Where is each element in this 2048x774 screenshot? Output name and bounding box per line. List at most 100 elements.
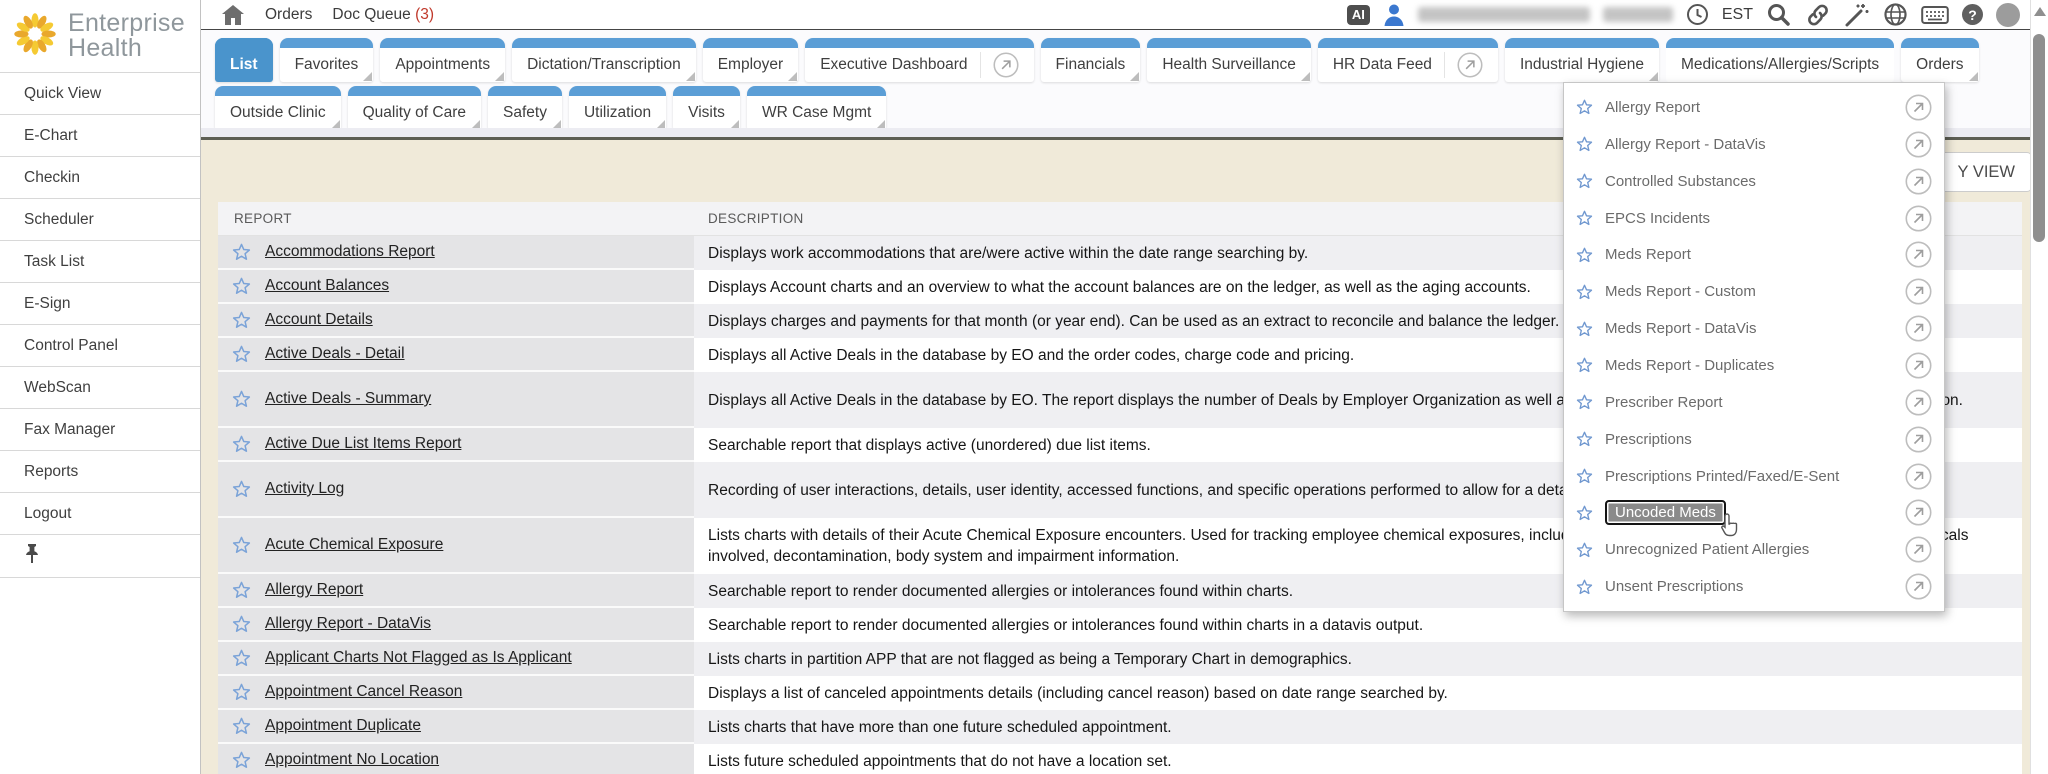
report-link[interactable]: Activity Log: [265, 480, 344, 498]
star-icon[interactable]: [232, 683, 251, 701]
report-link[interactable]: Allergy Report - DataVis: [265, 615, 431, 633]
menu-item[interactable]: Meds Report: [1564, 236, 1944, 273]
star-icon[interactable]: [1576, 136, 1593, 152]
star-icon[interactable]: [232, 390, 251, 408]
star-icon[interactable]: [232, 345, 251, 363]
wand-icon[interactable]: [1844, 2, 1870, 28]
scroll-up-arrow-icon[interactable]: [2034, 7, 2046, 16]
tab[interactable]: WR Case Mgmt: [747, 86, 886, 130]
menu-item[interactable]: Meds Report - DataVis: [1564, 310, 1944, 347]
report-link[interactable]: Appointment Duplicate: [265, 717, 421, 735]
sidebar-item[interactable]: Task List: [0, 241, 200, 283]
star-icon[interactable]: [232, 717, 251, 735]
star-icon[interactable]: [1576, 579, 1593, 595]
report-link[interactable]: Allergy Report: [265, 581, 363, 599]
star-icon[interactable]: [1576, 247, 1593, 263]
star-icon[interactable]: [232, 311, 251, 329]
star-icon[interactable]: [232, 536, 251, 554]
report-link[interactable]: Active Deals - Summary: [265, 390, 431, 408]
sidebar-pin-button[interactable]: [0, 535, 200, 578]
star-icon[interactable]: [232, 581, 251, 599]
star-icon[interactable]: [232, 243, 251, 261]
sidebar-item[interactable]: Control Panel: [0, 325, 200, 367]
popout-arrow-icon[interactable]: [1905, 389, 1932, 416]
tab[interactable]: List: [215, 38, 273, 82]
home-icon[interactable]: [221, 4, 245, 26]
star-icon[interactable]: [232, 277, 251, 295]
scrollbar-thumb[interactable]: [2033, 34, 2045, 242]
menu-item[interactable]: Meds Report - Custom: [1564, 273, 1944, 310]
user-icon[interactable]: [1383, 3, 1405, 27]
star-icon[interactable]: [1576, 284, 1593, 300]
star-icon[interactable]: [1576, 321, 1593, 337]
report-link[interactable]: Appointment No Location: [265, 751, 439, 769]
tab[interactable]: Employer: [703, 38, 798, 82]
menu-item[interactable]: Prescriptions: [1564, 421, 1944, 458]
sidebar-item[interactable]: E-Chart: [0, 115, 200, 157]
menu-item[interactable]: Uncoded Meds: [1564, 494, 1944, 531]
menu-item[interactable]: Controlled Substances: [1564, 163, 1944, 200]
sidebar-item[interactable]: Fax Manager: [0, 409, 200, 451]
star-icon[interactable]: [232, 615, 251, 633]
sidebar-item[interactable]: Checkin: [0, 157, 200, 199]
avatar[interactable]: [1996, 3, 2020, 27]
link-icon[interactable]: [1805, 2, 1831, 28]
tab[interactable]: Quality of Care: [348, 86, 481, 130]
doc-queue-link[interactable]: Doc Queue (3): [332, 6, 434, 24]
report-link[interactable]: Active Due List Items Report: [265, 435, 461, 453]
star-icon[interactable]: [1576, 357, 1593, 373]
clock-icon[interactable]: [1686, 3, 1709, 26]
tab[interactable]: Industrial Hygiene: [1505, 38, 1659, 82]
sidebar-item[interactable]: WebScan: [0, 367, 200, 409]
tab[interactable]: Outside Clinic: [215, 86, 341, 130]
report-column-header[interactable]: REPORT: [218, 211, 694, 226]
report-link[interactable]: Account Balances: [265, 277, 389, 295]
tab[interactable]: Medications/Allergies/Scripts: [1666, 38, 1894, 82]
sidebar-item[interactable]: E-Sign: [0, 283, 200, 325]
sidebar-item[interactable]: Reports: [0, 451, 200, 493]
tab[interactable]: Favorites: [280, 38, 374, 82]
popout-arrow-icon[interactable]: [1905, 499, 1932, 526]
menu-item[interactable]: Allergy Report: [1564, 89, 1944, 126]
report-link[interactable]: Active Deals - Detail: [265, 345, 405, 363]
star-icon[interactable]: [1576, 431, 1593, 447]
report-link[interactable]: Accommodations Report: [265, 243, 435, 261]
star-icon[interactable]: [1576, 173, 1593, 189]
popout-arrow-icon[interactable]: [1905, 536, 1932, 563]
report-link[interactable]: Acute Chemical Exposure: [265, 536, 443, 554]
star-icon[interactable]: [1576, 542, 1593, 558]
keyboard-icon[interactable]: [1921, 5, 1949, 25]
menu-item[interactable]: Prescriber Report: [1564, 384, 1944, 421]
report-link[interactable]: Appointment Cancel Reason: [265, 683, 462, 701]
star-icon[interactable]: [1576, 505, 1593, 521]
tab[interactable]: Utilization: [569, 86, 666, 130]
popout-arrow-icon[interactable]: [1905, 278, 1932, 305]
popout-arrow-icon[interactable]: [1905, 94, 1932, 121]
menu-item[interactable]: Allergy Report - DataVis: [1564, 126, 1944, 163]
menu-item[interactable]: Unrecognized Patient Allergies: [1564, 531, 1944, 568]
popout-arrow-icon[interactable]: [1905, 205, 1932, 232]
ai-badge[interactable]: AI: [1347, 5, 1370, 25]
globe-icon[interactable]: [1883, 2, 1908, 27]
popout-arrow-icon[interactable]: [1905, 315, 1932, 342]
popout-arrow-icon[interactable]: [1905, 168, 1932, 195]
tab[interactable]: Health Surveillance: [1147, 38, 1311, 82]
tab[interactable]: Financials: [1041, 38, 1141, 82]
star-icon[interactable]: [232, 480, 251, 498]
popout-arrow-icon[interactable]: [1905, 463, 1932, 490]
tab[interactable]: HR Data Feed: [1318, 38, 1498, 82]
star-icon[interactable]: [232, 435, 251, 453]
star-icon[interactable]: [1576, 210, 1593, 226]
tab[interactable]: Dictation/Transcription: [512, 38, 696, 82]
popout-arrow-icon[interactable]: [1905, 573, 1932, 600]
search-icon[interactable]: [1766, 2, 1792, 28]
star-icon[interactable]: [232, 751, 251, 769]
menu-item[interactable]: Meds Report - Duplicates: [1564, 347, 1944, 384]
menu-item[interactable]: Unsent Prescriptions: [1564, 568, 1944, 605]
sidebar-item[interactable]: Quick View: [0, 73, 200, 115]
orders-link[interactable]: Orders: [265, 6, 312, 24]
report-link[interactable]: Account Details: [265, 311, 373, 329]
star-icon[interactable]: [232, 649, 251, 667]
tab[interactable]: Executive Dashboard: [805, 38, 1033, 82]
tab[interactable]: Appointments: [380, 38, 505, 82]
